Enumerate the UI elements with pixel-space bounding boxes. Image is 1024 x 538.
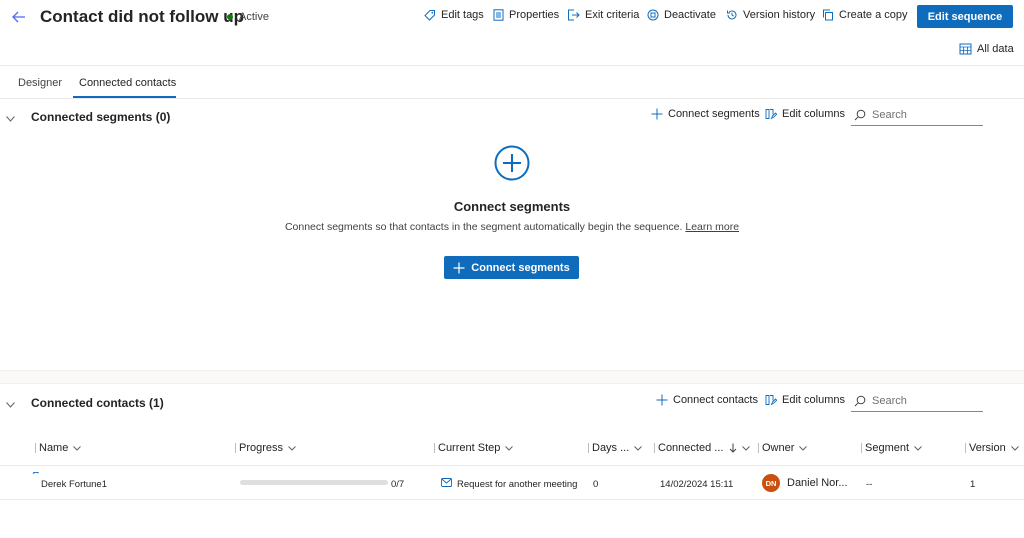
deactivate-icon [647,9,659,21]
column-header-days[interactable]: Days ... [588,442,643,454]
contacts-search-input[interactable]: Search [851,390,983,412]
version-history-button[interactable]: Version history [726,9,815,21]
edit-columns-icon [765,109,777,120]
current-step-cell: Request for another meeting [457,479,578,490]
owner-cell[interactable]: Daniel Nor... [787,477,848,489]
exit-criteria-button[interactable]: Exit criteria [567,9,639,21]
column-header-progress[interactable]: Progress [235,442,296,454]
chevron-down-icon [1010,445,1019,451]
chevron-down-icon [505,445,514,451]
edit-sequence-button[interactable]: Edit sequence [917,5,1013,28]
chevron-down-icon [288,445,296,451]
chevron-down-icon [634,445,643,451]
column-header-version[interactable]: Version [965,442,1019,454]
connect-segments-command[interactable]: Connect segments [651,108,760,120]
exit-icon [568,9,580,21]
version-cell: 1 [970,479,976,490]
edit-columns-icon [765,395,777,406]
page-title: Contact did not follow up [40,7,244,26]
sort-down-arrow-icon [730,443,737,453]
progress-count: 0/7 [391,479,405,490]
learn-more-link[interactable]: Learn more [685,221,739,233]
search-icon [854,109,866,120]
tab-bar: Designer Connected contacts [0,66,1024,99]
add-circle-icon [494,145,530,184]
segments-edit-columns-button[interactable]: Edit columns [765,108,845,120]
chevron-down-icon [742,445,751,451]
segment-cell: -- [866,479,873,490]
column-header-name[interactable]: Name [35,442,82,454]
page-header: Contact did not follow up Active Edit ta… [0,0,1024,66]
days-cell: 0 [593,479,599,490]
column-header-connected[interactable]: Connected ... [654,442,751,454]
active-tab-indicator [73,96,176,98]
segments-search-input[interactable]: Search [851,104,983,126]
loading-spinner-icon [32,471,40,483]
segments-section-title: Connected segments (0) [31,110,171,124]
status-label: Active [239,11,269,23]
plus-icon [656,394,668,406]
create-copy-button[interactable]: Create a copy [822,9,907,21]
plus-icon [453,262,465,273]
chevron-down-icon [914,445,922,451]
connect-segments-button[interactable]: Connect segments [444,256,579,279]
tab-connected-contacts[interactable]: Connected contacts [79,77,176,89]
connected-date-cell: 14/02/2024 15:11 [660,479,734,490]
copy-icon [823,9,833,21]
contact-name-cell[interactable]: Derek Fortune1 [41,479,107,490]
progress-bar [240,480,388,485]
column-header-owner[interactable]: Owner [758,442,808,454]
email-icon [441,478,452,490]
tab-designer[interactable]: Designer [18,77,62,89]
calendar-grid-icon [959,43,972,55]
segments-collapse-chevron-icon[interactable] [6,113,15,125]
chevron-down-icon [73,445,82,451]
empty-state-description: Connect segments so that contacts in the… [284,221,740,233]
section-divider [0,370,1024,384]
contacts-section-title: Connected contacts (1) [31,396,164,410]
table-header-divider [0,465,1024,466]
connect-contacts-command[interactable]: Connect contacts [656,394,758,406]
deactivate-button[interactable]: Deactivate [647,9,716,21]
empty-state-title: Connect segments [453,199,571,214]
plus-icon [651,108,663,120]
edit-tags-button[interactable]: Edit tags [424,9,484,21]
back-arrow-icon[interactable] [8,6,30,28]
history-icon [727,10,737,20]
column-header-segment[interactable]: Segment [861,442,922,454]
contacts-edit-columns-button[interactable]: Edit columns [765,394,845,406]
status-badge: Active [227,11,269,23]
contacts-collapse-chevron-icon[interactable] [6,399,15,411]
properties-icon [493,9,504,21]
all-data-button[interactable]: All data [959,43,1014,55]
table-row-divider [0,499,1024,500]
properties-button[interactable]: Properties [493,9,559,21]
avatar: DN [762,474,780,492]
tag-icon [424,10,435,21]
chevron-down-icon [799,445,808,451]
column-header-current-step[interactable]: Current Step [434,442,514,454]
status-dot-icon [227,14,233,20]
search-icon [854,395,866,406]
